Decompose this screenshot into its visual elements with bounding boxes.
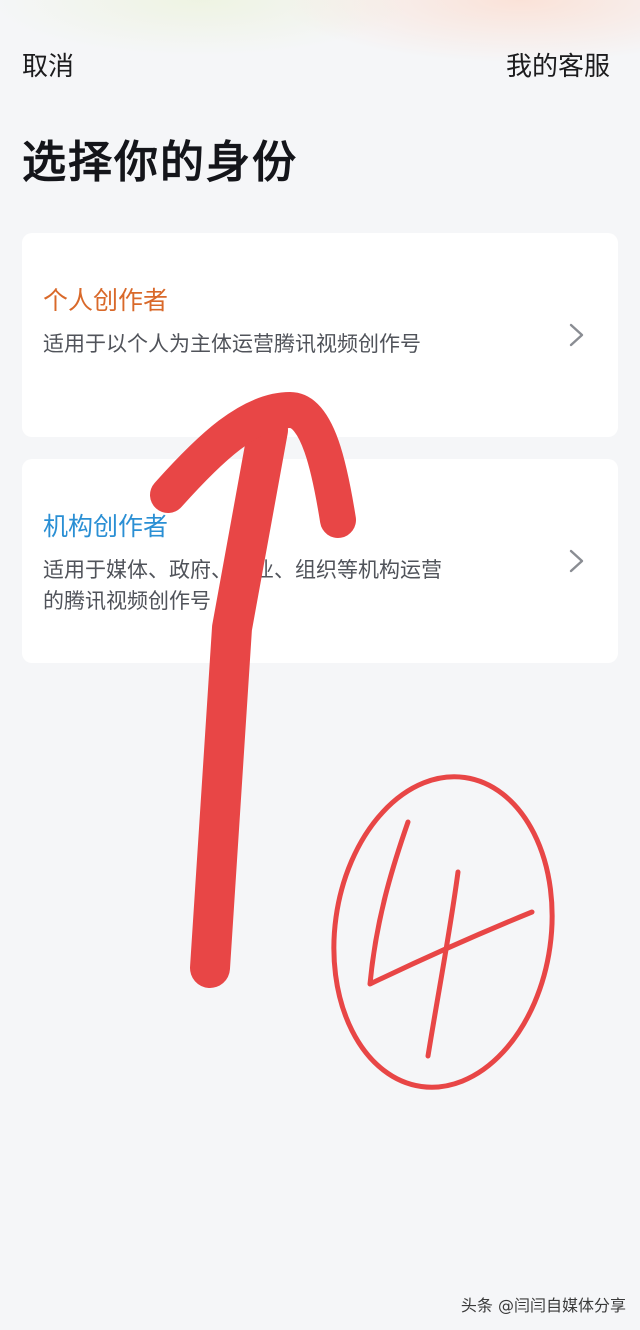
page-title: 选择你的身份 xyxy=(22,137,298,188)
option-card-personal-creator[interactable]: 个人创作者 适用于以个人为主体运营腾讯视频创作号 xyxy=(22,233,618,437)
cancel-button[interactable]: 取消 xyxy=(22,46,74,83)
customer-service-button[interactable]: 我的客服 xyxy=(506,46,610,83)
top-bar: 取消 我的客服 xyxy=(0,40,640,86)
option-title-personal: 个人创作者 xyxy=(43,286,169,315)
option-description-organization: 适用于媒体、政府、企业、组织等机构运营的腾讯视频创作号 xyxy=(43,558,442,613)
option-title-organization: 机构创作者 xyxy=(43,512,169,541)
hand-drawn-annotation: 4 xyxy=(0,0,555,1090)
chevron-right-icon xyxy=(569,549,584,573)
step-number-text: 4 xyxy=(0,0,1,1)
option-description-personal: 适用于以个人为主体运营腾讯视频创作号 xyxy=(43,332,421,356)
chevron-right-icon xyxy=(569,323,584,347)
option-card-organization-creator[interactable]: 机构创作者 适用于媒体、政府、企业、组织等机构运营的腾讯视频创作号 xyxy=(22,459,618,663)
watermark: 头条 @闫闫自媒体分享 xyxy=(460,1296,626,1315)
